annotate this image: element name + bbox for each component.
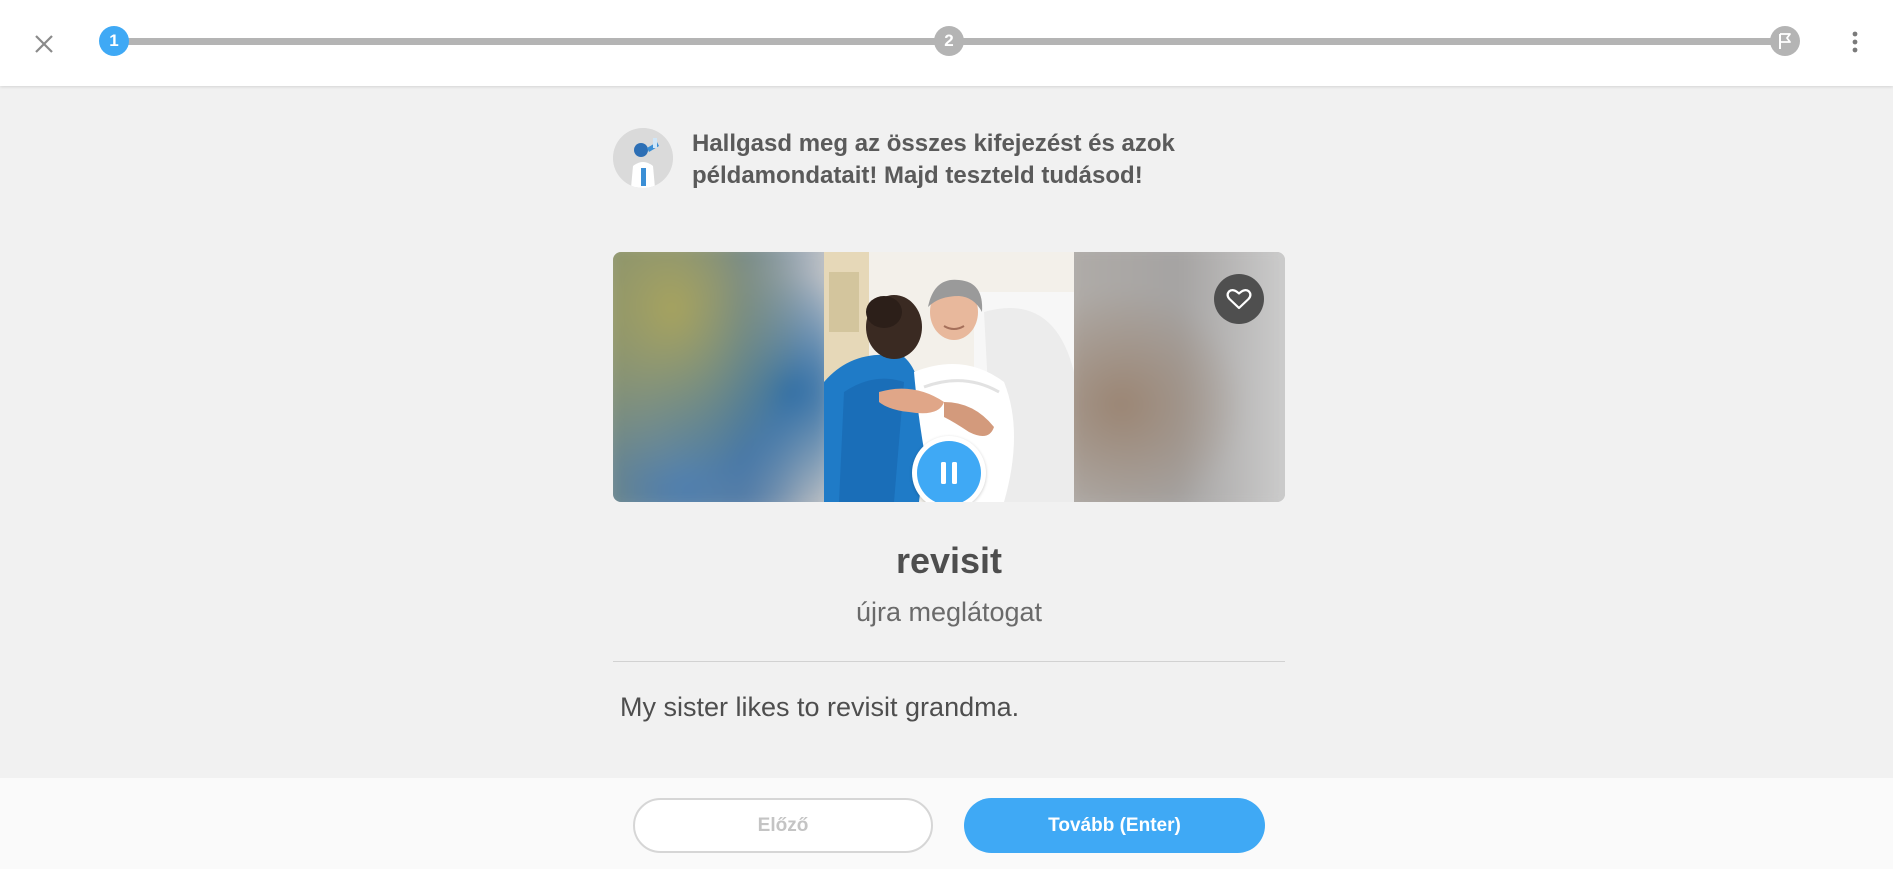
footer-bar [0, 778, 1893, 869]
more-vertical-icon [1852, 31, 1858, 53]
pause-audio-button[interactable] [912, 436, 986, 502]
example-sentence: My sister likes to revisit grandma. [620, 692, 1020, 722]
previous-button[interactable]: Előző [633, 798, 933, 853]
top-bar: 1 2 [0, 0, 1893, 86]
progress-step-1: 1 [99, 26, 129, 56]
more-options-button[interactable] [1843, 26, 1867, 58]
next-button[interactable]: Tovább (Enter) [964, 798, 1265, 853]
flag-icon [1779, 33, 1791, 49]
favorite-button[interactable] [1214, 274, 1264, 324]
pause-icon [941, 462, 957, 484]
progress-step-2: 2 [934, 26, 964, 56]
vocabulary-term: revisit [895, 540, 1003, 581]
instruction: Hallgasd meg az összes kifejezést és azo… [613, 128, 1313, 192]
heart-icon [1226, 289, 1252, 310]
divider [613, 661, 1285, 662]
close-icon [35, 35, 53, 53]
term-translation: újra meglátogat [855, 597, 1043, 627]
progress-finish-step [1770, 26, 1800, 56]
instruction-text: Hallgasd meg az összes kifejezést és azo… [692, 130, 1175, 189]
close-button[interactable] [28, 28, 60, 60]
pause-button-face [917, 441, 981, 502]
tutor-avatar [613, 128, 673, 188]
tutor-avatar-illustration [613, 128, 673, 188]
flashcard-media [613, 252, 1285, 502]
blurred-background-left [613, 252, 836, 502]
